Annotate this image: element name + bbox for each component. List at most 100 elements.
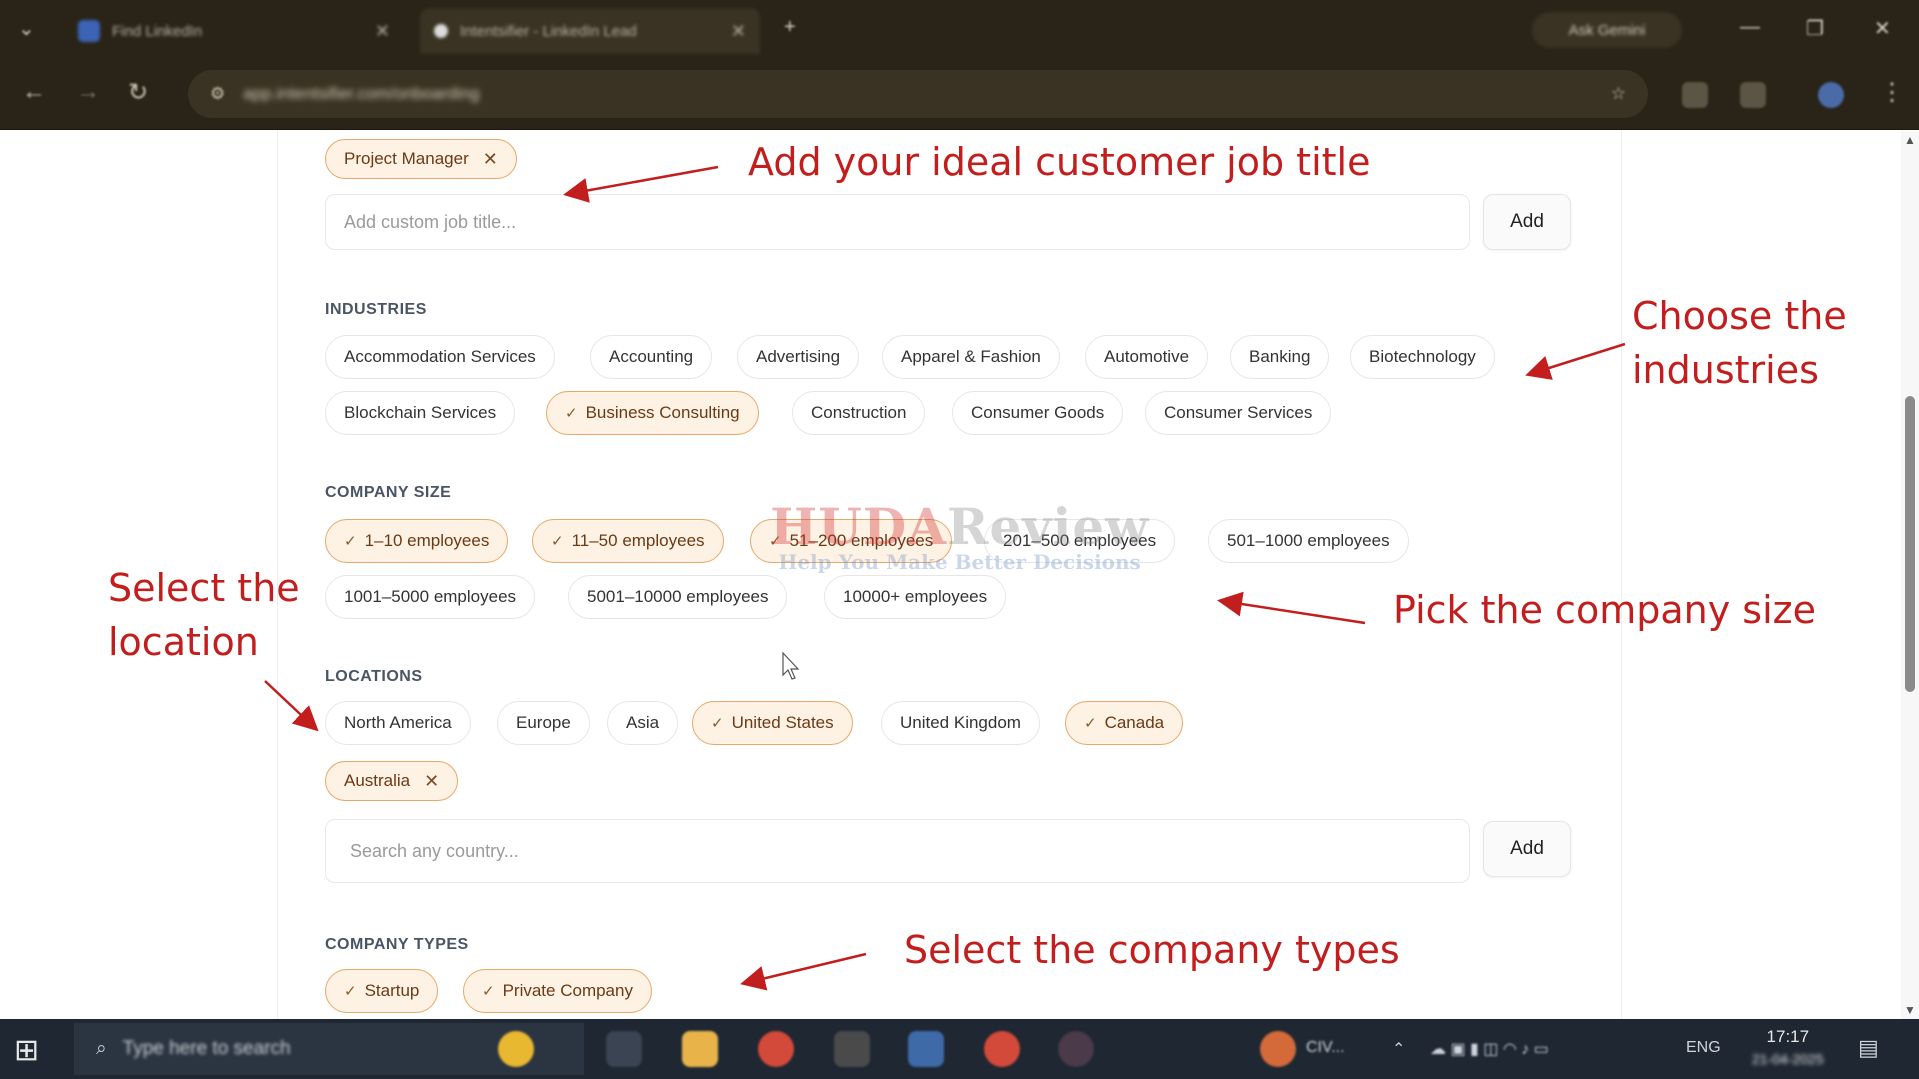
notification-icon[interactable]: ▤ [1858,1035,1879,1061]
taskbar-clock[interactable]: 17:17 21-04-2025 [1752,1027,1824,1067]
profile-avatar[interactable] [1818,82,1844,108]
check-icon: ✓ [565,405,578,422]
site-info-icon[interactable]: ⚙ [210,84,225,104]
industry-chip-accommodation[interactable]: Accommodation Services [325,335,555,379]
reload-icon[interactable]: ↻ [128,78,148,107]
weather-text: CIV... [1306,1039,1345,1056]
custom-location-chip[interactable]: Australia ✕ [325,761,459,801]
industry-chip-consumer-goods[interactable]: Consumer Goods [952,391,1124,435]
app-icon[interactable] [908,1031,944,1067]
minimize-icon[interactable]: — [1740,16,1760,39]
industry-chip-consumer-services[interactable]: Consumer Services [1145,391,1332,435]
size-chip-11-50[interactable]: ✓ 11–50 employees [532,519,724,563]
page-scrollbar[interactable]: ▲ ▼ [1901,131,1919,1019]
file-explorer-icon[interactable] [682,1031,718,1067]
add-location-button[interactable]: Add [1483,821,1571,877]
menu-kebab-icon[interactable]: ⋮ [1880,78,1904,107]
industry-chip-blockchain[interactable]: Blockchain Services [325,391,516,435]
size-chip-10000-plus[interactable]: 10000+ employees [824,575,1007,619]
tab-search-icon[interactable]: ⌄ [18,16,35,41]
chip-label: Asia [626,713,660,732]
scroll-thumb[interactable] [1905,396,1915,692]
browser-tab-2[interactable]: Intentsifier - LinkedIn Lead ✕ [420,8,760,54]
tray-icons[interactable]: ☁ ▣ ▮ ◫ ◠ ♪ ▭ [1430,1039,1549,1059]
industry-chip-banking[interactable]: Banking [1230,335,1330,379]
scroll-down-icon[interactable]: ▼ [1904,1003,1916,1017]
search-icon: ⌕ [96,1038,107,1059]
maximize-icon[interactable]: ❐ [1806,16,1824,41]
scroll-up-icon[interactable]: ▲ [1904,133,1916,147]
industry-chip-advertising[interactable]: Advertising [737,335,860,379]
browser-tab-bar: ⌄ Find LinkedIn ✕ Intentsifier - LinkedI… [0,0,1919,58]
chip-label: Australia [344,771,411,790]
close-window-icon[interactable]: ✕ [1874,16,1891,41]
input-placeholder: Add custom job title... [344,211,517,232]
location-chip-asia[interactable]: Asia [607,701,679,745]
chip-label: Apparel & Fashion [901,347,1041,366]
location-chip-north-america[interactable]: North America [325,701,471,745]
weather-icon[interactable] [1260,1031,1296,1067]
close-tab-icon[interactable]: ✕ [375,21,390,42]
job-title-chip[interactable]: Project Manager ✕ [325,139,517,179]
industries-heading: INDUSTRIES [325,301,427,318]
close-tab-icon[interactable]: ✕ [731,21,746,42]
size-chip-1-10[interactable]: ✓ 1–10 employees [325,519,509,563]
bookmark-star-icon[interactable]: ☆ [1611,84,1626,104]
forward-icon[interactable]: → [76,78,100,106]
new-tab-icon[interactable]: + [784,16,796,39]
browser-tab-1[interactable]: Find LinkedIn ✕ [64,8,404,54]
chip-label: Europe [516,713,571,732]
check-icon: ✓ [482,983,495,1000]
remove-chip-icon[interactable]: ✕ [483,149,498,170]
location-chip-europe[interactable]: Europe [497,701,590,745]
country-search-input[interactable]: Search any country... [325,819,1470,883]
check-icon: ✓ [551,533,564,550]
watermark-tagline: Help You Make Better Decisions [778,550,1141,574]
size-chip-501-1000[interactable]: 501–1000 employees [1208,519,1409,563]
screen-recorder-icon[interactable] [1058,1031,1094,1067]
chip-label: 1001–5000 employees [344,587,517,606]
location-chip-canada[interactable]: ✓ Canada [1065,701,1184,745]
chip-label: Project Manager [344,149,469,168]
tab-title: Intentsifier - LinkedIn Lead [460,22,637,40]
industry-chip-automotive[interactable]: Automotive [1085,335,1209,379]
type-chip-startup[interactable]: ✓ Startup [325,969,439,1013]
watermark-brand-b: Review [947,497,1150,556]
add-job-title-button[interactable]: Add [1483,194,1571,250]
size-chip-5001-10000[interactable]: 5001–10000 employees [568,575,788,619]
industry-chip-biotechnology[interactable]: Biotechnology [1350,335,1495,379]
tray-chevron-icon[interactable]: ⌃ [1392,1039,1405,1059]
remove-chip-icon[interactable]: ✕ [424,771,439,792]
industry-chip-accounting[interactable]: Accounting [590,335,713,379]
url-bar[interactable]: ⚙ app.intentsifier.com/onboarding ☆ [188,70,1648,118]
windows-start-icon[interactable]: ⊞ [14,1033,58,1067]
back-icon[interactable]: ← [22,78,46,106]
chip-label: Accommodation Services [344,347,536,366]
chrome-icon[interactable] [758,1031,794,1067]
app-icon[interactable] [834,1031,870,1067]
input-placeholder: Search any country... [350,840,519,861]
clock-time: 17:17 [1766,1027,1810,1046]
language-indicator[interactable]: ENG [1686,1039,1721,1057]
chip-label: Private Company [502,981,633,1000]
chip-label: Banking [1249,347,1311,366]
chrome-active-icon[interactable] [984,1031,1020,1067]
huda-review-watermark: HUDAReview Help You Make Better Decision… [770,497,1149,574]
task-view-icon[interactable] [606,1031,642,1067]
type-chip-private-company[interactable]: ✓ Private Company [463,969,652,1013]
news-widget-icon[interactable] [498,1031,534,1067]
check-icon: ✓ [344,533,357,550]
location-chip-united-states[interactable]: ✓ United States [692,701,853,745]
chip-label: 1–10 employees [364,531,490,550]
size-chip-1001-5000[interactable]: 1001–5000 employees [325,575,536,619]
annotation-company-types: Select the company types [904,928,1400,972]
location-chip-united-kingdom[interactable]: United Kingdom [881,701,1040,745]
extension-icon[interactable] [1682,82,1708,108]
industry-chip-construction[interactable]: Construction [792,391,926,435]
custom-job-title-input[interactable]: Add custom job title... [325,194,1470,250]
industry-chip-apparel[interactable]: Apparel & Fashion [882,335,1060,379]
chip-label: Consumer Services [1164,403,1313,422]
extensions-puzzle-icon[interactable] [1740,82,1766,108]
ask-gemini-button[interactable]: Ask Gemini [1532,12,1682,48]
industry-chip-business-consulting[interactable]: ✓ Business Consulting [546,391,759,435]
